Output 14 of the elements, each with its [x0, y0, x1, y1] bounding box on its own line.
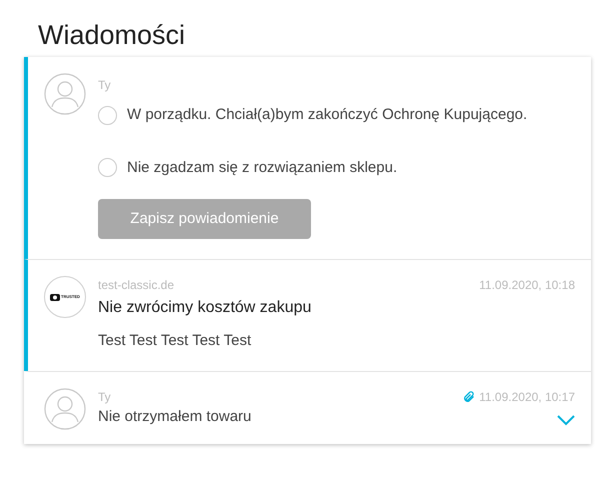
user-avatar-icon [44, 388, 86, 430]
message-subject: Nie otrzymałem towaru [98, 406, 252, 426]
author-name: test-classic.de [98, 277, 174, 294]
author-name: Ty [98, 77, 112, 94]
message-body: Test Test Test Test Test [98, 331, 252, 351]
user-avatar-icon [44, 73, 86, 115]
chevron-down-icon[interactable] [557, 415, 575, 426]
author-name: Ty [98, 388, 111, 406]
message-date: 11.09.2020, 10:18 [479, 277, 575, 294]
radio-option[interactable]: Nie zgadzam się z rozwiązaniem sklepu. [98, 156, 528, 179]
radio-option[interactable]: W porządku. Chciał(a)bym zakończyć Ochronę Kupującego. [98, 104, 528, 126]
page-title: Wiadomości [38, 22, 186, 49]
message-subject: Nie zwrócimy kosztów zakupu [98, 298, 312, 318]
message-date: 11.09.2020, 10:17 [479, 388, 575, 406]
